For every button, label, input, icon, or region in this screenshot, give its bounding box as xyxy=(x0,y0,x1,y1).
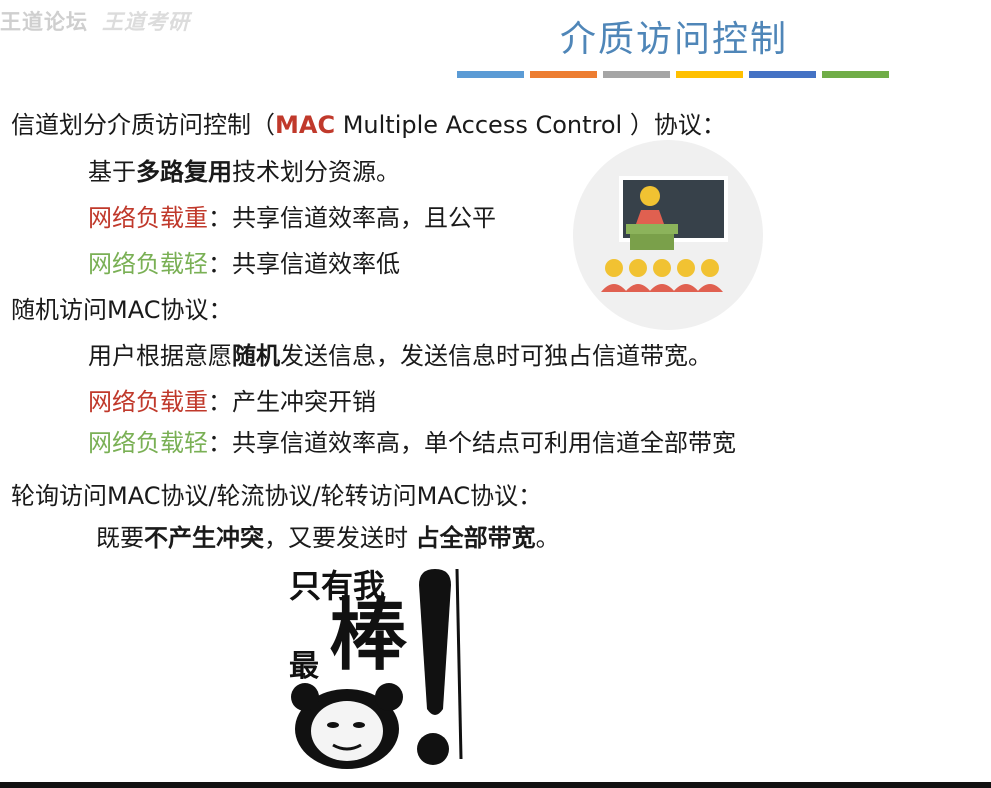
meme-text-3: 棒 xyxy=(329,591,408,681)
line-multiplexing: 基于多路复用技术划分资源。 xyxy=(88,157,400,187)
line1-suffix: Multiple Access Control ）协议： xyxy=(335,111,726,139)
line7-text: ：产生冲突开销 xyxy=(208,388,376,416)
watermark-text-2: 王道考研 xyxy=(102,10,190,34)
teacher-head-icon xyxy=(640,186,660,206)
line10-a: 既要 xyxy=(96,524,144,552)
heavy-load-label: 网络负载重 xyxy=(88,204,208,232)
light-load-label-2: 网络负载轻 xyxy=(88,429,208,457)
line6-c: 发送信息，发送信息时可独占信道带宽。 xyxy=(280,342,712,370)
bottom-bar xyxy=(0,782,991,788)
line-polling-desc: 既要不产生冲突，又要发送时 占全部带宽。 xyxy=(96,523,560,553)
line10-e: 。 xyxy=(535,524,560,552)
desk-top-icon xyxy=(626,224,678,234)
accent-bar-6 xyxy=(822,71,889,78)
heading-channel-partition: 信道划分介质访问控制（MAC Multiple Access Control ）… xyxy=(11,110,726,140)
mac-highlight: MAC xyxy=(275,111,336,139)
line-random-desc: 用户根据意愿随机发送信息，发送信息时可独占信道带宽。 xyxy=(88,341,712,371)
line-heavy-load-2: 网络负载重：产生冲突开销 xyxy=(88,387,376,417)
line6-bold: 随机 xyxy=(232,342,280,370)
light-load-label: 网络负载轻 xyxy=(88,250,208,278)
line2-bold: 多路复用 xyxy=(136,158,232,186)
accent-bar-1 xyxy=(457,71,524,78)
accent-bar-3 xyxy=(603,71,670,78)
line1-prefix: 信道划分介质访问控制（ xyxy=(11,111,275,139)
line10-c: ，又要发送时 xyxy=(264,524,416,552)
line8-text: ：共享信道效率高，单个结点可利用信道全部带宽 xyxy=(208,429,736,457)
heading-random-access: 随机访问MAC协议： xyxy=(11,296,233,324)
heavy-load-label-2: 网络负载重 xyxy=(88,388,208,416)
line2-c: 技术划分资源。 xyxy=(232,158,400,186)
watermark-text: 王道论坛 xyxy=(0,10,88,34)
line4-text: ：共享信道效率低 xyxy=(208,250,400,278)
meme-text-2: 最 xyxy=(289,649,319,684)
line-light-load-2: 网络负载轻：共享信道效率高，单个结点可利用信道全部带宽 xyxy=(88,428,736,458)
line-light-load-1: 网络负载轻：共享信道效率低 xyxy=(88,249,400,279)
accent-bar-5 xyxy=(749,71,816,78)
accent-bar-2 xyxy=(530,71,597,78)
line3-text: ：共享信道效率高，且公平 xyxy=(208,204,496,232)
line10-bold-1: 不产生冲突 xyxy=(144,524,264,552)
watermark: 王道论坛 王道考研 xyxy=(0,6,190,36)
accent-bar-4 xyxy=(676,71,743,78)
line10-bold-2: 占全部带宽 xyxy=(415,524,536,552)
page-title: 介质访问控制 xyxy=(560,19,789,60)
accent-bars xyxy=(457,71,895,78)
line2-a: 基于 xyxy=(88,158,136,186)
desk-front-icon xyxy=(630,234,674,250)
classroom-illustration xyxy=(573,140,763,330)
heading-polling-access: 轮询访问MAC协议/轮流协议/轮转访问MAC协议： xyxy=(11,482,543,510)
line6-a: 用户根据意愿 xyxy=(88,342,232,370)
meme-image: 只有我 最 棒 xyxy=(285,559,490,781)
line-heavy-load-1: 网络负载重：共享信道效率高，且公平 xyxy=(88,203,496,233)
